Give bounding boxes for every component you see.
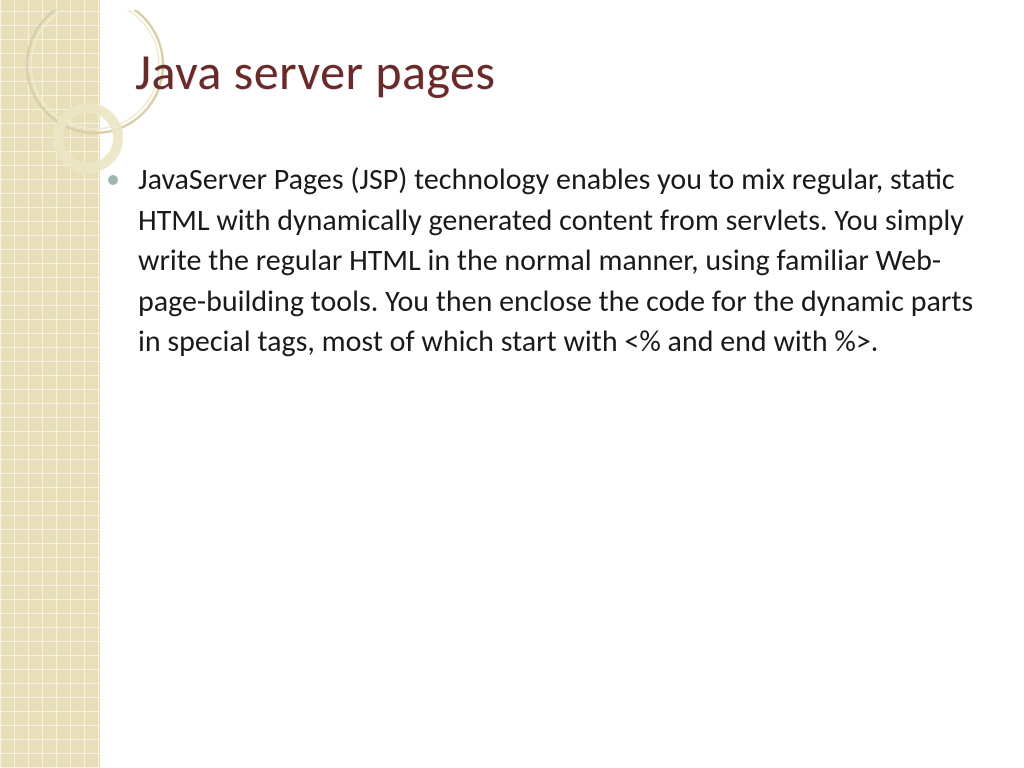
bullet-icon [108,175,118,185]
slide-sidebar-decoration [0,0,100,768]
slide-bullet-list: JavaServer Pages (JSP) technology enable… [102,160,982,363]
list-item: JavaServer Pages (JSP) technology enable… [102,160,982,363]
bullet-text: JavaServer Pages (JSP) technology enable… [138,161,973,360]
slide-title: Java server pages [135,42,495,103]
